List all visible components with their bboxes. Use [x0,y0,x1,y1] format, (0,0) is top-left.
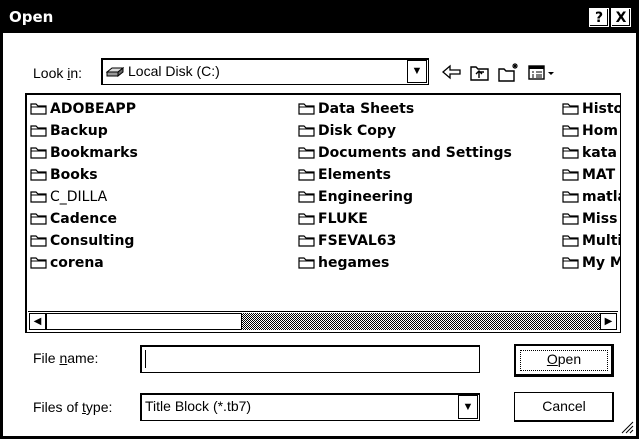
folder-icon [30,169,47,181]
title-bar[interactable]: Open ? X [3,3,636,33]
scroll-thumb[interactable] [46,313,242,330]
list-item[interactable]: Backup [30,120,138,142]
list-item[interactable]: FLUKE [298,208,512,230]
list-item[interactable]: Consulting [30,230,138,252]
folder-icon [298,125,315,137]
text-caret [145,350,146,368]
view-menu-icon[interactable] [527,61,559,83]
folder-icon [30,147,47,159]
folder-icon [562,147,579,159]
resize-grip-icon[interactable] [620,420,634,434]
list-item[interactable]: kata [562,142,620,164]
hard-disk-icon [106,67,124,78]
look-in-dropdown-arrow[interactable]: ▼ [407,60,427,83]
file-type-label: Files of type: [33,399,113,415]
folder-icon [30,191,47,203]
file-type-value: Title Block (*.tb7) [145,398,252,414]
folder-icon [562,125,579,137]
folder-icon [562,103,579,115]
list-item[interactable]: Histo [562,98,620,120]
scroll-right-button[interactable]: ▶ [600,313,617,330]
horizontal-scrollbar[interactable]: ◀ ▶ [28,311,618,330]
list-item[interactable]: corena [30,252,138,274]
folder-icon [298,103,315,115]
folder-icon [562,213,579,225]
list-item[interactable]: Data Sheets [298,98,512,120]
new-folder-icon[interactable] [497,61,521,83]
file-list[interactable]: ADOBEAPP Backup Bookmarks Books C_DILLA … [25,93,621,333]
list-item[interactable]: Engineering [298,186,512,208]
cancel-button[interactable]: Cancel [514,392,614,422]
folder-icon [298,257,315,269]
file-list-column-1: ADOBEAPP Backup Bookmarks Books C_DILLA … [30,98,138,274]
folder-icon [562,191,579,203]
file-name-label: File name: [33,350,99,366]
list-item[interactable]: matla [562,186,620,208]
folder-icon [562,169,579,181]
file-type-dropdown[interactable]: Title Block (*.tb7) ▼ [140,393,480,421]
scroll-track[interactable] [242,313,600,330]
close-button[interactable]: X [611,8,631,27]
list-item[interactable]: Disk Copy [298,120,512,142]
folder-icon [298,213,315,225]
scroll-left-button[interactable]: ◀ [29,313,46,330]
up-folder-icon[interactable] [468,61,492,83]
folder-icon [30,235,47,247]
file-name-field[interactable] [143,348,477,370]
folder-icon [298,191,315,203]
look-in-value: Local Disk (C:) [106,63,220,79]
open-dialog: Open ? X Look in: Local Disk (C:) ▼ ADOB… [0,0,639,439]
look-in-label: Look in: [33,65,83,81]
folder-icon [298,147,315,159]
list-item[interactable]: Miss [562,208,620,230]
file-type-dropdown-arrow[interactable]: ▼ [458,395,478,419]
list-item[interactable]: Documents and Settings [298,142,512,164]
list-item[interactable]: Bookmarks [30,142,138,164]
list-item[interactable]: Cadence [30,208,138,230]
file-name-input[interactable] [140,345,480,373]
list-item[interactable]: Books [30,164,138,186]
folder-icon [298,169,315,181]
back-icon[interactable] [440,61,464,83]
list-item[interactable]: C_DILLA [30,186,138,208]
dialog-title: Open [9,8,54,26]
help-button[interactable]: ? [589,8,609,27]
folder-icon [30,103,47,115]
list-item[interactable]: hegames [298,252,512,274]
look-in-dropdown[interactable]: Local Disk (C:) ▼ [101,58,429,85]
folder-icon [30,213,47,225]
list-item[interactable]: My M [562,252,620,274]
folder-icon [298,235,315,247]
list-item[interactable]: MAT [562,164,620,186]
list-item[interactable]: ADOBEAPP [30,98,138,120]
list-item[interactable]: Hom [562,120,620,142]
folder-icon [562,235,579,247]
list-item[interactable]: Elements [298,164,512,186]
folder-icon [562,257,579,269]
file-list-column-2: Data Sheets Disk Copy Documents and Sett… [298,98,512,274]
open-button[interactable]: Open [514,344,614,377]
list-item[interactable]: Multi [562,230,620,252]
folder-icon [30,125,47,137]
folder-icon [30,257,47,269]
file-list-column-3: Histo Hom kata MAT matla Miss Multi My M [562,98,620,274]
list-item[interactable]: FSEVAL63 [298,230,512,252]
